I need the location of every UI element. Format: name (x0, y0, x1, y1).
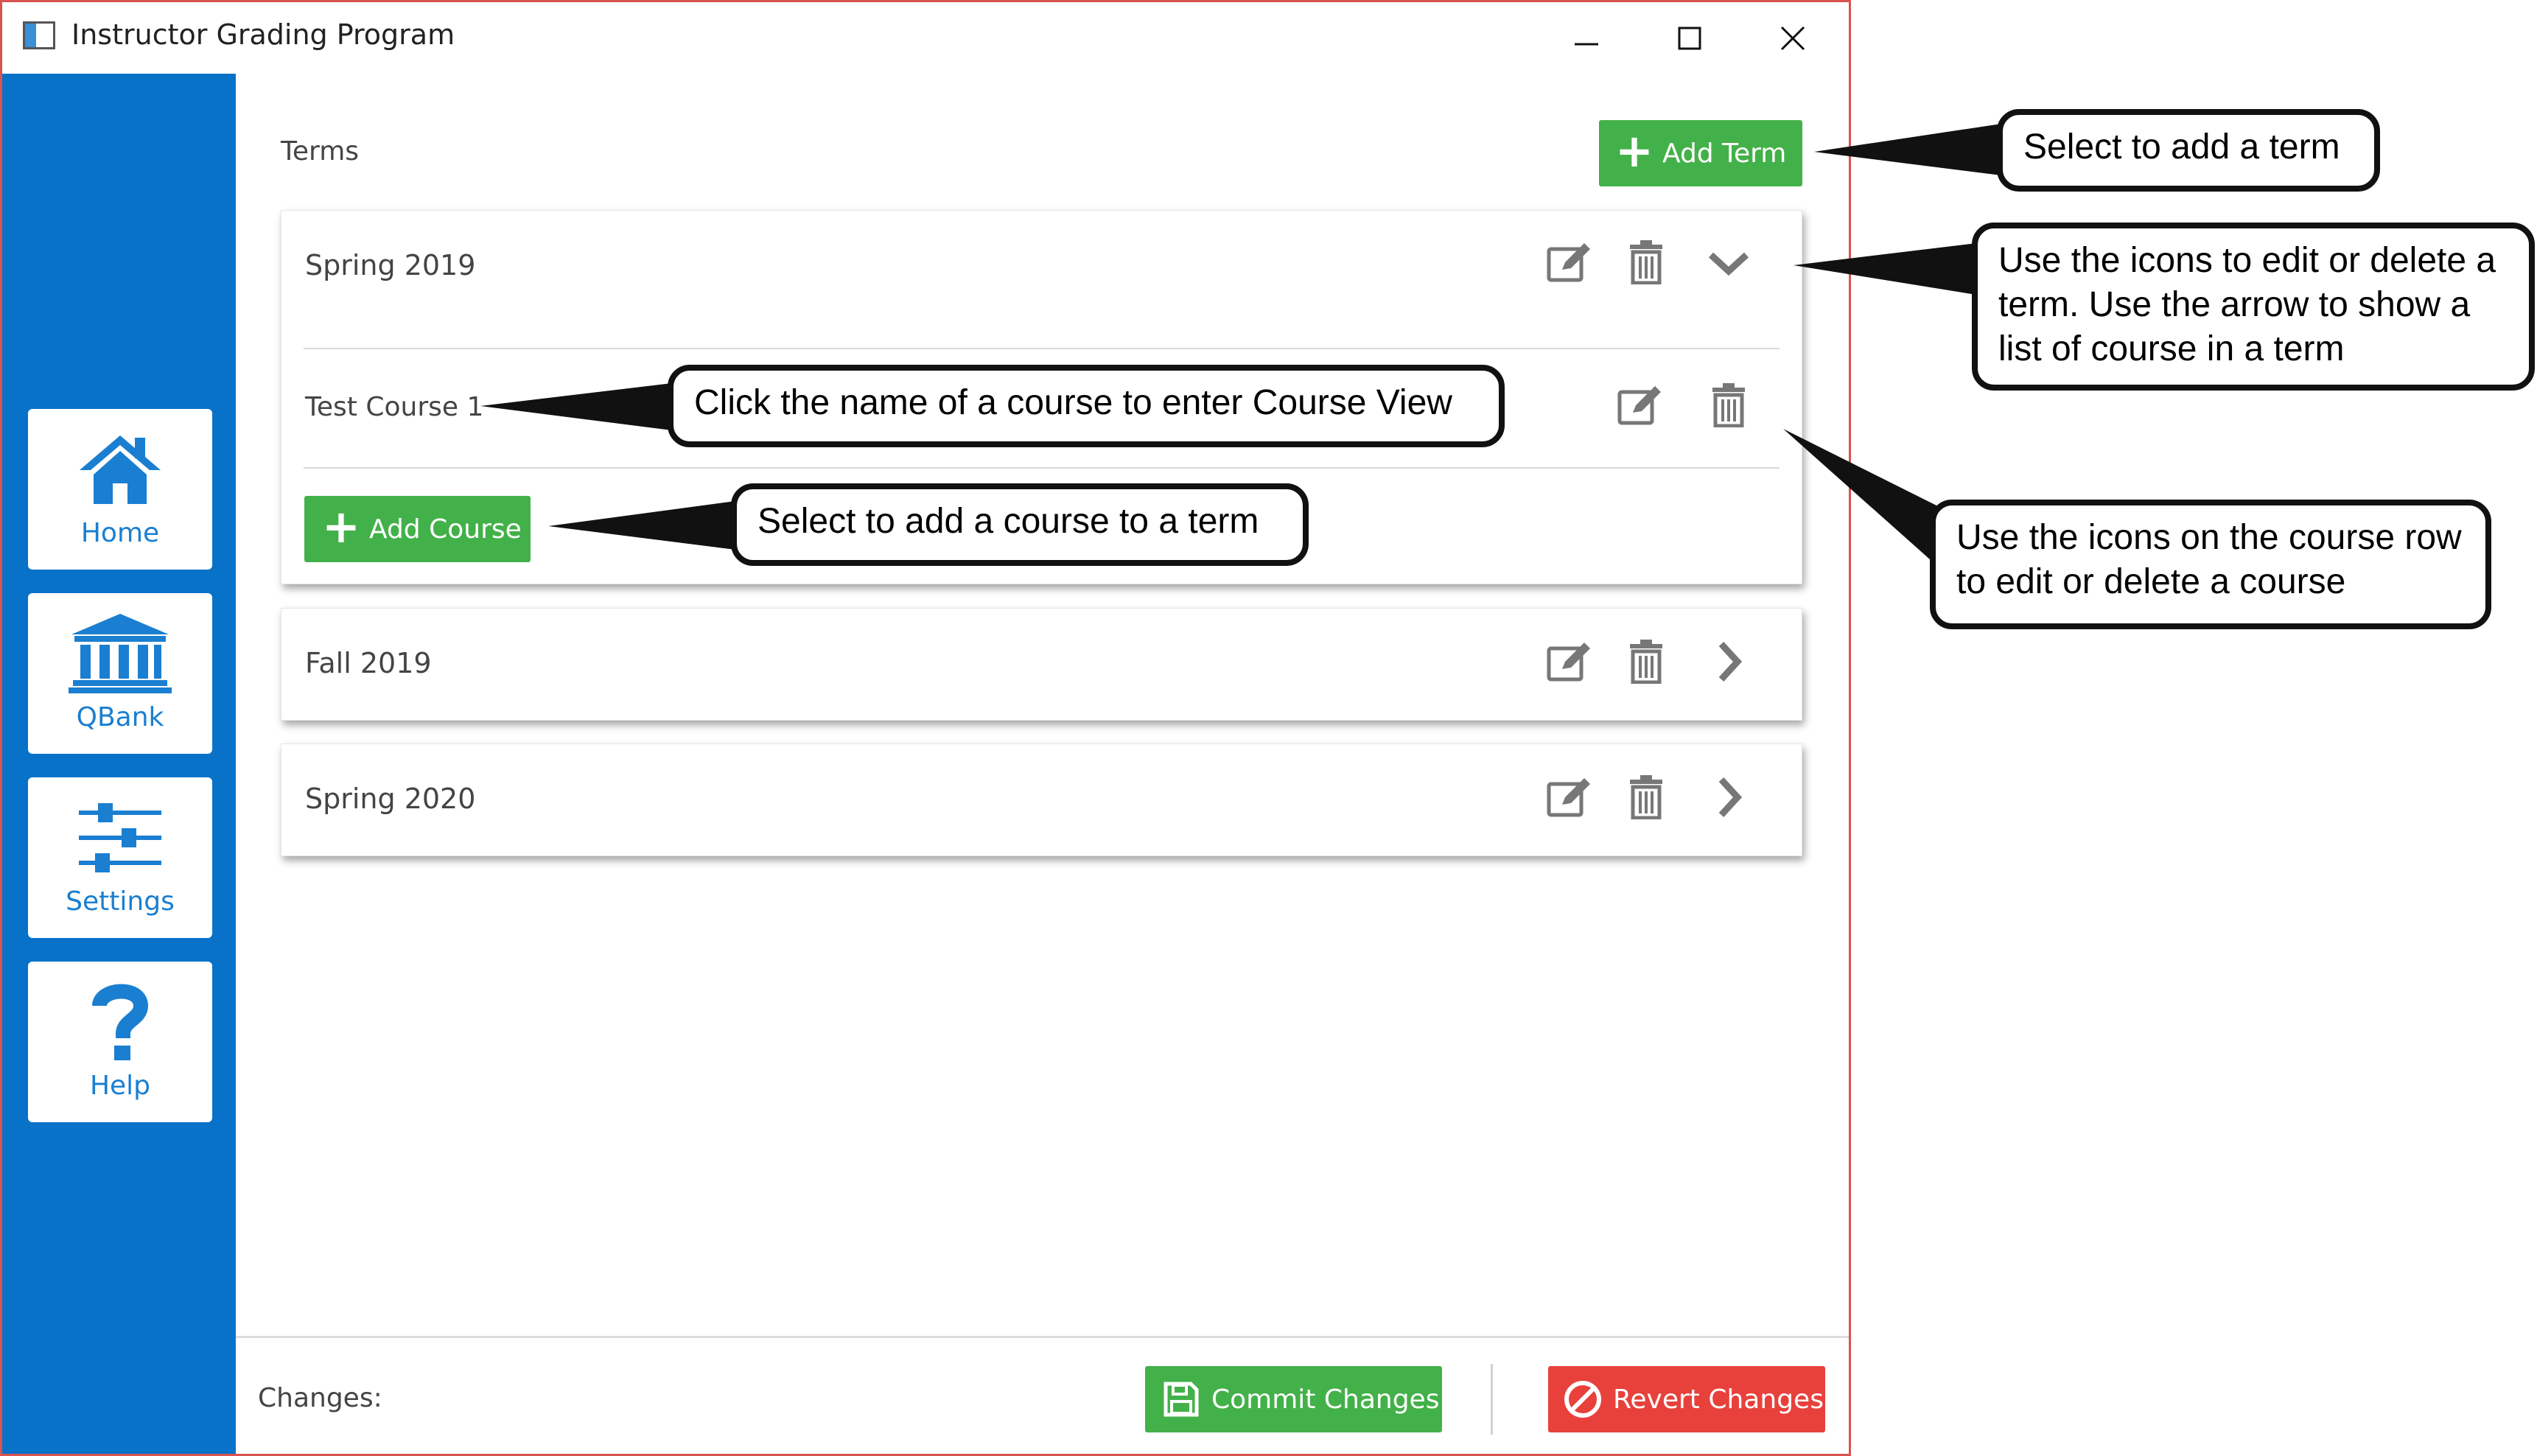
callout-add-term: Select to add a term (1997, 109, 2380, 192)
callout-add-course: Select to add a course to a term (731, 483, 1309, 566)
pointer-add-term (1814, 124, 2001, 175)
pointer-edit-term (1794, 243, 1976, 295)
pointer-add-course (548, 501, 735, 550)
callout-course-icons: Use the icons on the course row to edit … (1930, 500, 2491, 629)
callout-pointers (480, 124, 2001, 560)
pointer-course-view (480, 383, 672, 430)
pointer-course-icons (1783, 429, 1945, 560)
callout-edit-term: Use the icons to edit or delete a term. … (1972, 223, 2535, 391)
callout-course-view: Click the name of a course to enter Cour… (668, 365, 1505, 447)
